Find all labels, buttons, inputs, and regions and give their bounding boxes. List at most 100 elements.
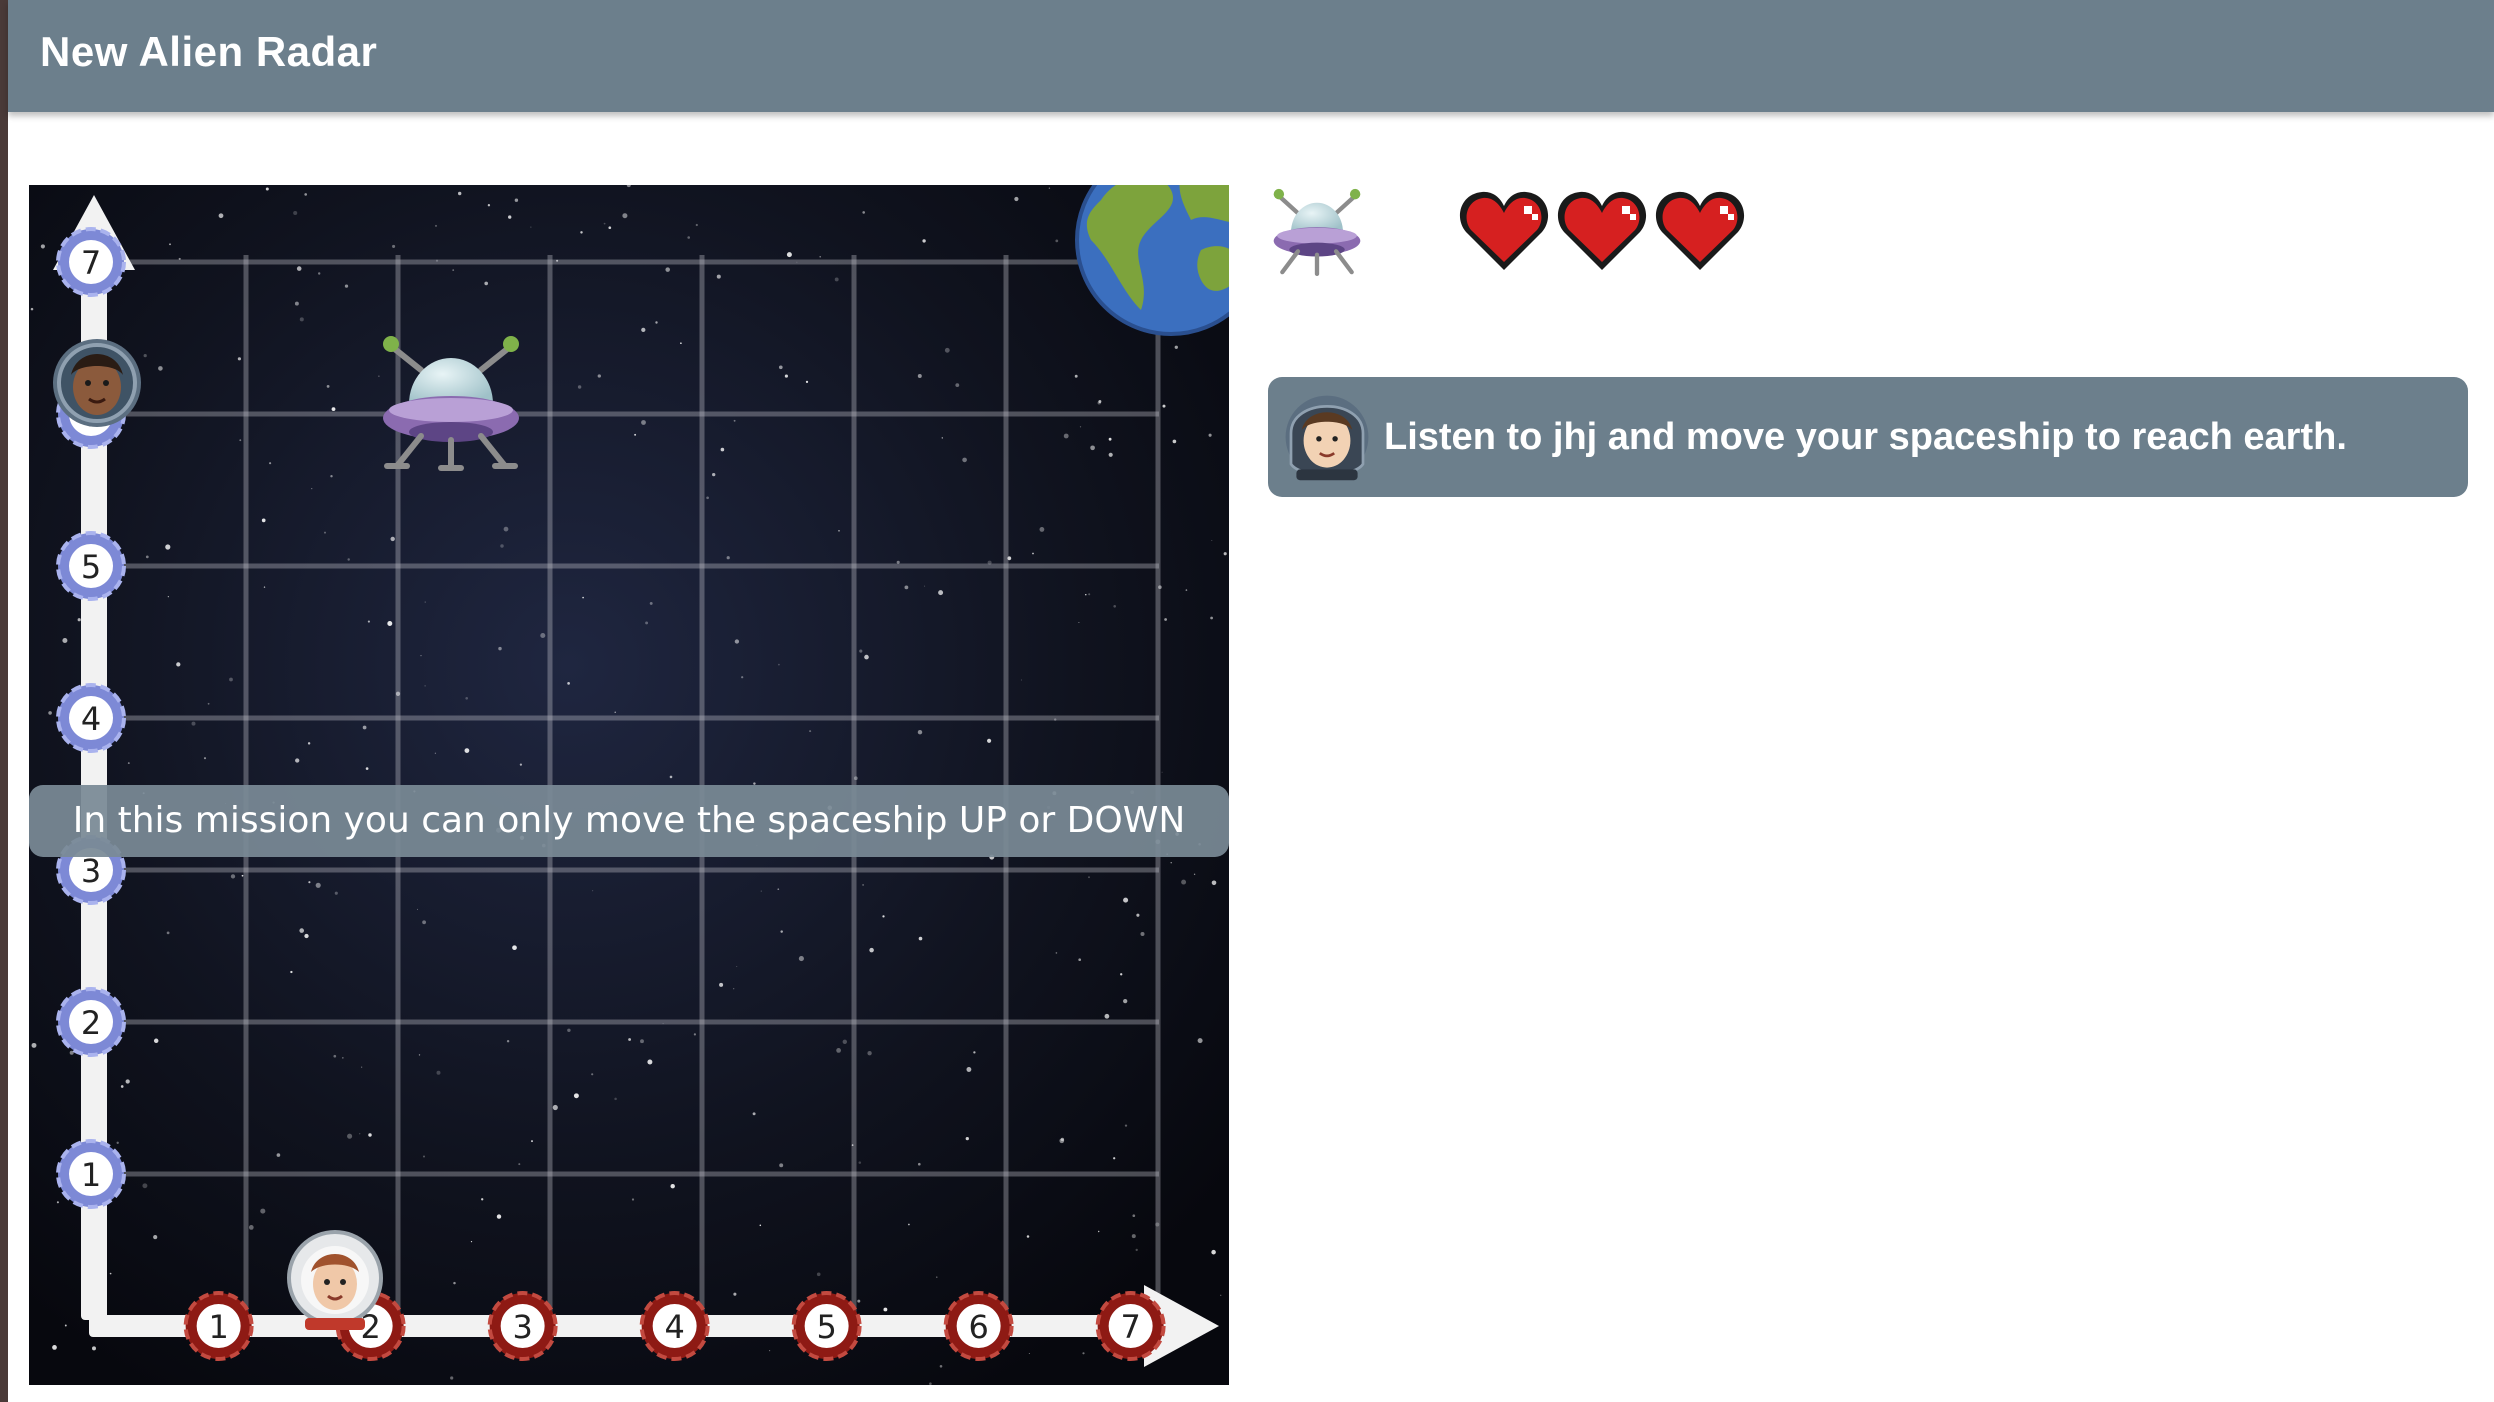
heart-icon (1459, 191, 1549, 270)
star (869, 947, 874, 953)
star (436, 1070, 441, 1075)
star (1193, 873, 1196, 875)
star (203, 757, 207, 760)
star (1104, 1013, 1110, 1019)
star (424, 601, 426, 603)
star (392, 244, 396, 248)
star (422, 920, 427, 925)
star (367, 620, 370, 623)
star (265, 187, 269, 191)
star (669, 775, 673, 779)
star (62, 637, 68, 644)
alien-spaceship-icon (1273, 188, 1361, 277)
star (1131, 1234, 1136, 1239)
star (1208, 433, 1212, 437)
star (1181, 879, 1187, 885)
star (484, 281, 489, 286)
star (929, 1382, 932, 1385)
star (922, 239, 926, 243)
svg-text:1: 1 (208, 1308, 228, 1346)
star (1055, 952, 1058, 954)
star (1113, 605, 1116, 608)
star (324, 531, 326, 534)
star (1108, 437, 1112, 441)
star (77, 618, 81, 622)
star (973, 1051, 976, 1054)
radar-board[interactable]: 1234567 1234567 (29, 185, 1229, 1385)
star (695, 223, 698, 227)
star (40, 244, 45, 249)
star (487, 204, 491, 207)
star (458, 191, 462, 196)
star (464, 748, 470, 753)
star (634, 433, 637, 436)
star (614, 711, 616, 713)
star (883, 1307, 888, 1312)
x-axis-label: 3 (487, 1291, 558, 1361)
star (1014, 196, 1019, 202)
star (418, 1054, 421, 1056)
star (508, 215, 512, 219)
instruction-message: Listen to jhj and move your spaceship to… (1268, 377, 2468, 497)
star (229, 677, 233, 682)
star (778, 663, 780, 666)
star (1085, 594, 1087, 596)
star (938, 590, 944, 596)
star (269, 462, 272, 465)
y-axis-label: 4 (56, 683, 126, 753)
star (230, 874, 236, 879)
star (450, 1376, 454, 1380)
star (276, 1153, 281, 1157)
star (125, 1079, 130, 1084)
star (1170, 862, 1172, 864)
star (1123, 897, 1129, 903)
star (780, 930, 783, 933)
star (362, 725, 367, 730)
star (1123, 998, 1128, 1004)
star (917, 374, 922, 378)
star (416, 908, 418, 910)
star (1211, 880, 1217, 886)
astronaut-avatar-icon (1285, 395, 1369, 481)
star (503, 526, 509, 532)
star (842, 1039, 847, 1044)
star (1082, 1352, 1085, 1355)
star (368, 1133, 372, 1137)
y-axis-label: 2 (56, 987, 126, 1057)
star (1078, 958, 1082, 962)
star (359, 1133, 361, 1135)
star (424, 685, 426, 687)
star (31, 1042, 37, 1048)
y-axis-label: 1 (56, 1139, 126, 1209)
star (809, 730, 812, 733)
star (378, 375, 380, 377)
star (712, 472, 716, 477)
star (435, 224, 437, 227)
star (1164, 618, 1167, 621)
star (680, 342, 682, 345)
star (622, 213, 628, 219)
star (166, 931, 170, 935)
star (64, 1324, 67, 1327)
star (506, 1039, 510, 1043)
star (1060, 1137, 1065, 1142)
message-text: Listen to jhj and move your spaceship to… (1384, 416, 2347, 458)
star (567, 1028, 571, 1033)
star (862, 883, 865, 886)
star (481, 1198, 484, 1201)
star (552, 1104, 558, 1111)
star (726, 556, 730, 560)
star (158, 366, 163, 371)
x-axis-label: 1 (183, 1291, 254, 1361)
star (342, 1057, 344, 1059)
app-title: New Alien Radar (40, 28, 378, 75)
lives-display (1458, 188, 1746, 276)
star (647, 1059, 653, 1065)
star (741, 676, 744, 679)
star (241, 874, 244, 877)
star (293, 210, 298, 216)
star (1211, 540, 1213, 542)
star (56, 1201, 59, 1204)
star (966, 1067, 972, 1072)
x-axis-label: 6 (943, 1291, 1014, 1361)
